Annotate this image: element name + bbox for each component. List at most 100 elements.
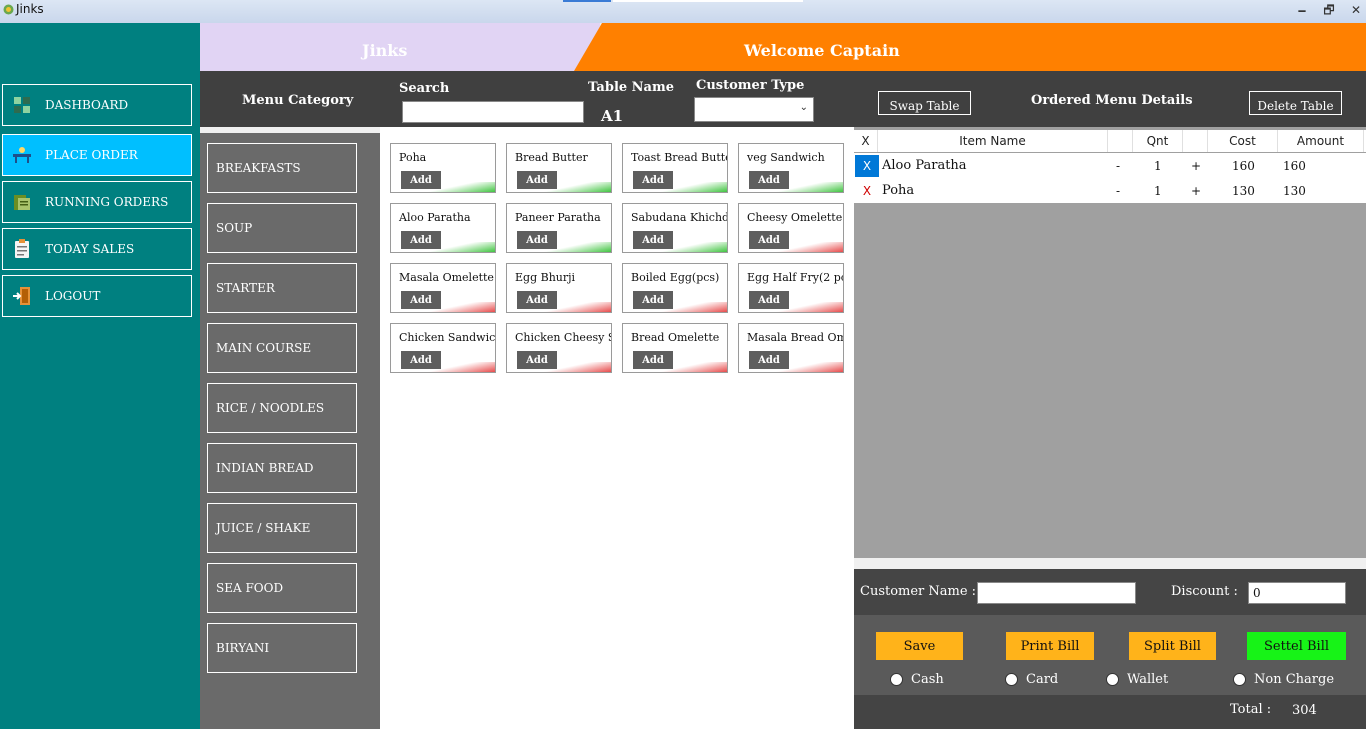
ordered-menu-details-title: Ordered Menu Details [1031, 93, 1193, 108]
col-qty: Qnt [1133, 130, 1183, 152]
chevron-down-icon: ⌄ [799, 102, 808, 113]
col-spacer [1183, 130, 1208, 152]
restore-button[interactable]: 🗗 [1321, 3, 1337, 17]
customer-name-input[interactable] [977, 582, 1136, 604]
nav-label: TODAY SALES [45, 242, 135, 256]
category-item[interactable]: INDIAN BREAD [207, 443, 357, 493]
print-bill-button[interactable]: Print Bill [1006, 632, 1094, 660]
welcome-text: Welcome Captain [744, 41, 900, 60]
customer-type-select[interactable]: ⌄ [694, 97, 814, 122]
category-item[interactable]: MAIN COURSE [207, 323, 357, 373]
menu-item-card[interactable]: Poha Add [390, 143, 496, 193]
menu-item-name: Toast Bread Butter [631, 151, 728, 164]
category-item[interactable]: SOUP [207, 203, 357, 253]
payment-cash-radio[interactable]: Cash [890, 672, 944, 687]
menu-item-card[interactable]: Chicken Sandwich Add [390, 323, 496, 373]
nav-dashboard[interactable]: DASHBOARD [2, 84, 192, 126]
logout-icon [11, 285, 33, 307]
sidebar [0, 23, 200, 729]
swap-table-button[interactable]: Swap Table [878, 91, 971, 115]
veg-indicator [507, 242, 611, 252]
category-item[interactable]: STARTER [207, 263, 357, 313]
close-button[interactable]: ✕ [1348, 3, 1364, 17]
nonveg-indicator [739, 242, 843, 252]
category-item[interactable]: BREAKFASTS [207, 143, 357, 193]
category-item[interactable]: BIRYANI [207, 623, 357, 673]
nav-running-orders[interactable]: RUNNING ORDERS [2, 181, 192, 223]
category-item[interactable]: SEA FOOD [207, 563, 357, 613]
radio-label: Card [1026, 672, 1059, 687]
table-row[interactable]: X Poha - 1 + 130 130 [854, 178, 1366, 203]
menu-item-name: Egg Half Fry(2 pcs) [747, 271, 843, 284]
menu-item-name: veg Sandwich [747, 151, 825, 164]
minimize-button[interactable]: 🗕 [1294, 3, 1310, 17]
total-label: Total : [1230, 702, 1272, 717]
menu-item-name: Aloo Paratha [399, 211, 471, 224]
menu-item-card[interactable]: Chicken Cheesy Sandwich Add [506, 323, 612, 373]
nonveg-indicator [507, 302, 611, 312]
menu-item-name: Masala Bread Omelette [747, 331, 843, 344]
taskbar-highlight-track [613, 0, 803, 2]
order-item-cost: 130 [1232, 183, 1255, 198]
order-item-cost: 160 [1232, 158, 1255, 173]
order-table-header: X Item Name Qnt Cost Amount [854, 130, 1366, 152]
customer-name-label: Customer Name : [860, 584, 977, 599]
table-name-value: A1 [601, 107, 624, 125]
delete-table-button[interactable]: Delete Table [1249, 91, 1342, 115]
increment-button[interactable]: + [1191, 178, 1201, 203]
menu-item-card[interactable]: Paneer Paratha Add [506, 203, 612, 253]
nav-label: LOGOUT [45, 289, 101, 303]
menu-item-card[interactable]: Bread Omelette Add [622, 323, 728, 373]
menu-item-name: Poha [399, 151, 427, 164]
col-remove: X [854, 130, 878, 152]
increment-button[interactable]: + [1191, 153, 1201, 178]
veg-indicator [507, 182, 611, 192]
nav-today-sales[interactable]: TODAY SALES [2, 228, 192, 270]
veg-indicator [623, 182, 727, 192]
nav-place-order[interactable]: PLACE ORDER [2, 134, 192, 176]
save-button[interactable]: Save [876, 632, 963, 660]
menu-item-card[interactable]: Egg Bhurji Add [506, 263, 612, 313]
radio-circle [1005, 673, 1018, 686]
nav-logout[interactable]: LOGOUT [2, 275, 192, 317]
app-icon [3, 4, 14, 15]
decrement-button[interactable]: - [1116, 153, 1120, 178]
menu-item-card[interactable]: Aloo Paratha Add [390, 203, 496, 253]
split-bill-button[interactable]: Split Bill [1129, 632, 1216, 660]
menu-item-name: Bread Butter [515, 151, 588, 164]
category-item[interactable]: JUICE / SHAKE [207, 503, 357, 553]
window-title: Jinks [16, 2, 44, 16]
remove-item-button[interactable]: X [855, 180, 879, 202]
nonveg-indicator [623, 362, 727, 372]
order-item-name: Aloo Paratha [882, 158, 967, 173]
nav-label: RUNNING ORDERS [45, 195, 169, 209]
veg-indicator [391, 182, 495, 192]
menu-item-card[interactable]: Bread Butter Add [506, 143, 612, 193]
menu-item-name: Masala Omelette [399, 271, 494, 284]
running-orders-icon [11, 191, 33, 213]
menu-item-card[interactable]: Masala Bread Omelette Add [738, 323, 844, 373]
col-amount: Amount [1278, 130, 1364, 152]
menu-item-card[interactable]: Sabudana Khichdi Add [622, 203, 728, 253]
window-titlebar: Jinks 🗕 🗗 ✕ [0, 0, 1366, 23]
menu-item-card[interactable]: Cheesy Omelette Add [738, 203, 844, 253]
menu-item-card[interactable]: Boiled Egg(pcs) Add [622, 263, 728, 313]
total-row [854, 695, 1366, 729]
category-item[interactable]: RICE / NOODLES [207, 383, 357, 433]
payment-non-charge-radio[interactable]: Non Charge [1233, 672, 1334, 687]
menu-item-card[interactable]: Masala Omelette Add [390, 263, 496, 313]
settel-bill-button[interactable]: Settel Bill [1247, 632, 1346, 660]
table-row[interactable]: X Aloo Paratha - 1 + 160 160 [854, 153, 1366, 178]
menu-item-name: Boiled Egg(pcs) [631, 271, 720, 284]
menu-item-card[interactable]: Egg Half Fry(2 pcs) Add [738, 263, 844, 313]
nonveg-indicator [739, 302, 843, 312]
discount-input[interactable]: 0 [1248, 582, 1346, 604]
decrement-button[interactable]: - [1116, 178, 1120, 203]
search-input[interactable] [402, 101, 584, 123]
menu-item-card[interactable]: Toast Bread Butter Add [622, 143, 728, 193]
payment-card-radio[interactable]: Card [1005, 672, 1058, 687]
remove-item-button[interactable]: X [855, 155, 879, 177]
payment-wallet-radio[interactable]: Wallet [1106, 672, 1168, 687]
menu-item-card[interactable]: veg Sandwich Add [738, 143, 844, 193]
search-label: Search [399, 81, 450, 96]
